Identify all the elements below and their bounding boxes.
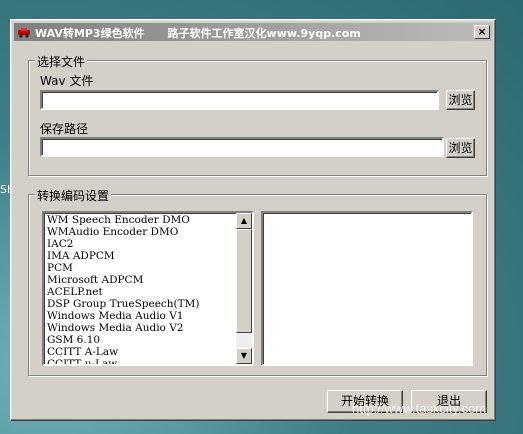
arrow-up-icon[interactable]: ▲: [236, 213, 252, 229]
list-item[interactable]: DSP Group TrueSpeech(TM): [44, 298, 252, 310]
select-file-legend: 选择文件: [35, 53, 88, 70]
codec-list-scrollbar[interactable]: ▲ ▼: [236, 213, 252, 364]
car-icon: [17, 25, 31, 39]
close-button[interactable]: ×: [474, 25, 490, 39]
browse-save-button[interactable]: 浏览: [446, 138, 475, 158]
list-item[interactable]: WMAudio Encoder DMO: [44, 226, 252, 238]
list-item[interactable]: GSM 6.10: [44, 334, 252, 346]
app-window: WAV转MP3绿色软件 路子软件工作室汉化www.9yqp.com × 选择文件…: [10, 19, 496, 421]
list-item[interactable]: IAC2: [44, 238, 252, 250]
close-icon: ×: [477, 25, 487, 38]
codec-settings-legend: 转换编码设置: [35, 187, 112, 204]
save-path-label: 保存路径: [40, 122, 89, 136]
list-item[interactable]: Windows Media Audio V2: [44, 322, 252, 334]
list-item[interactable]: CCITT A-Law: [44, 346, 252, 358]
scrollbar-thumb[interactable]: [236, 229, 252, 333]
wav-file-label: Wav 文件: [40, 74, 94, 88]
list-item[interactable]: PCM: [44, 262, 252, 274]
list-item[interactable]: Windows Media Audio V1: [44, 310, 252, 322]
wav-file-input[interactable]: [40, 90, 439, 110]
list-item[interactable]: WM Speech Encoder DMO: [44, 214, 252, 226]
list-item[interactable]: IMA ADPCM: [44, 250, 252, 262]
browse-save-label: 浏览: [448, 141, 473, 155]
browse-wav-button[interactable]: 浏览: [446, 90, 475, 110]
list-item[interactable]: CCITT u-Law: [44, 358, 252, 364]
select-file-group: 选择文件: [28, 53, 487, 176]
save-path-input[interactable]: [40, 137, 444, 157]
watermark-text: http://www.taskcity.com: [352, 401, 487, 416]
arrow-down-icon[interactable]: ▼: [236, 348, 252, 364]
codec-list[interactable]: WM Speech Encoder DMO WMAudio Encoder DM…: [42, 211, 254, 366]
format-list[interactable]: [261, 211, 473, 366]
list-item[interactable]: ACELP.net: [44, 286, 252, 298]
title-bar[interactable]: WAV转MP3绿色软件 路子软件工作室汉化www.9yqp.com ×: [14, 23, 492, 41]
window-title: WAV转MP3绿色软件 路子软件工作室汉化www.9yqp.com: [35, 27, 361, 40]
browse-wav-label: 浏览: [448, 93, 473, 107]
list-item[interactable]: Microsoft ADPCM: [44, 274, 252, 286]
